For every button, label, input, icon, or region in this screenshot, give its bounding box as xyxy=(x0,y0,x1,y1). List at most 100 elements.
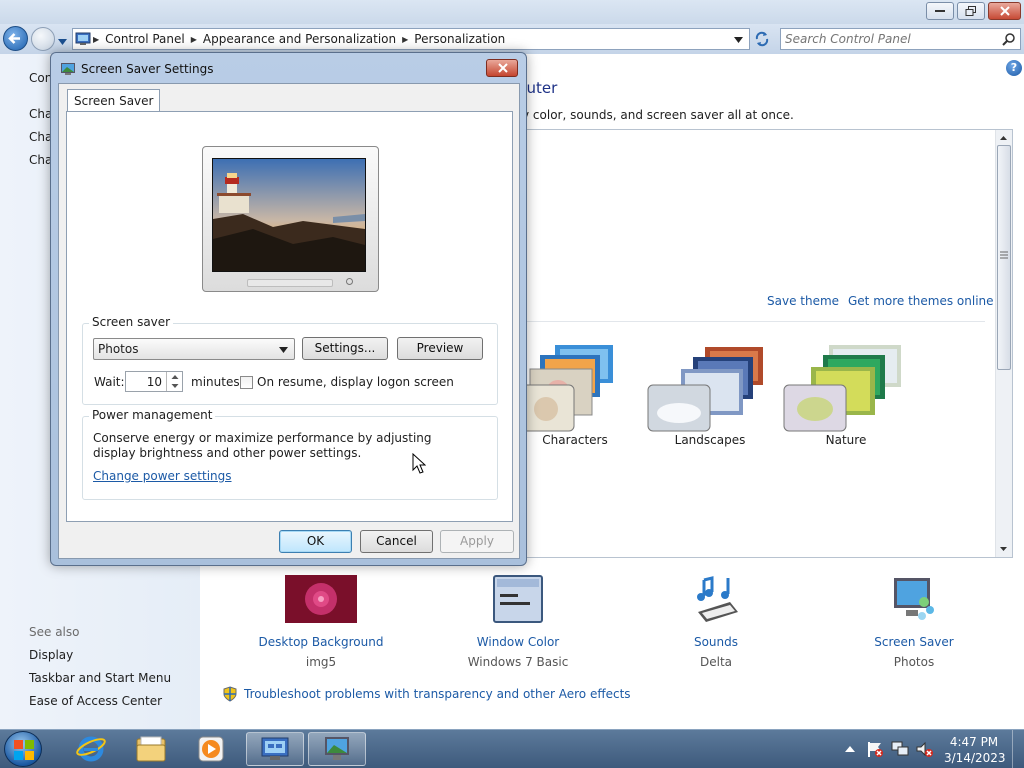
address-bar[interactable]: ▶ Control Panel ▶ Appearance and Persona… xyxy=(72,28,750,50)
breadcrumb-separator-icon[interactable]: ▶ xyxy=(93,35,99,44)
spin-down-icon[interactable] xyxy=(167,382,183,391)
divider xyxy=(525,321,985,322)
scroll-down-icon[interactable] xyxy=(996,543,1011,555)
back-arrow-icon xyxy=(8,33,20,44)
power-led-icon xyxy=(346,278,353,285)
left-link-3[interactable]: Cha xyxy=(29,153,52,167)
theme-nature[interactable]: Nature xyxy=(781,343,911,463)
search-box[interactable] xyxy=(780,28,1021,50)
restore-button[interactable] xyxy=(957,2,985,20)
taskbar-control-panel[interactable] xyxy=(246,732,304,766)
back-button[interactable] xyxy=(3,26,28,51)
clock-date: 3/14/2023 xyxy=(944,751,1006,765)
forward-button[interactable] xyxy=(31,27,55,51)
screen-saver-label[interactable]: Screen Saver xyxy=(839,635,989,649)
start-button[interactable] xyxy=(4,731,42,767)
refresh-button[interactable] xyxy=(753,30,771,51)
apply-button[interactable]: Apply xyxy=(440,530,514,553)
grip-icon xyxy=(1000,251,1008,259)
resume-label[interactable]: On resume, display logon screen xyxy=(257,375,454,389)
left-link-control-panel-home[interactable]: Con xyxy=(29,71,52,85)
help-icon[interactable]: ? xyxy=(1006,60,1022,76)
show-hidden-icons-icon[interactable] xyxy=(845,745,855,753)
theme-landscapes-thumbnail xyxy=(647,347,763,432)
minimize-icon xyxy=(935,10,945,12)
themes-panel: Save theme Get more themes online Charac… xyxy=(519,129,1013,558)
network-icon[interactable] xyxy=(891,740,909,758)
see-also-ease-of-access[interactable]: Ease of Access Center xyxy=(29,694,162,708)
wait-spinner[interactable]: 10 xyxy=(125,371,183,392)
save-theme-link[interactable]: Save theme xyxy=(767,294,839,308)
ok-button[interactable]: OK xyxy=(279,530,352,553)
window-color-label[interactable]: Window Color xyxy=(443,635,593,649)
theme-landscapes[interactable]: Landscapes xyxy=(645,343,775,463)
desktop-background-label[interactable]: Desktop Background xyxy=(246,635,396,649)
screen-saver-dialog-icon xyxy=(61,63,75,75)
window-color-item[interactable]: Window Color Windows 7 Basic xyxy=(443,574,593,669)
screen-saver-item[interactable]: Screen Saver Photos xyxy=(839,574,989,669)
taskbar-internet-explorer[interactable] xyxy=(62,732,120,766)
screensaver-select-value: Photos xyxy=(98,342,139,356)
taskbar-media-player[interactable] xyxy=(182,732,240,766)
close-button[interactable] xyxy=(988,2,1021,20)
screen-saver-value: Photos xyxy=(893,655,935,669)
breadcrumb-separator-icon[interactable]: ▶ xyxy=(191,35,197,44)
see-also-display[interactable]: Display xyxy=(29,648,73,662)
breadcrumb-appearance[interactable]: Appearance and Personalization xyxy=(203,32,396,46)
system-clock[interactable]: 4:47 PM 3/14/2023 xyxy=(944,734,1006,766)
themes-scrollbar[interactable] xyxy=(995,130,1012,557)
theme-nature-thumbnail xyxy=(783,345,901,432)
refresh-icon xyxy=(755,31,769,47)
cancel-button[interactable]: Cancel xyxy=(360,530,433,553)
power-management-label: Power management xyxy=(89,408,216,422)
taskbar-screen-saver-settings[interactable] xyxy=(308,732,366,766)
control-panel-icon xyxy=(261,737,289,760)
see-also-taskbar[interactable]: Taskbar and Start Menu xyxy=(29,671,171,685)
scrollbar-thumb[interactable] xyxy=(997,145,1011,370)
navigation-bar: ▶ Control Panel ▶ Appearance and Persona… xyxy=(0,24,1024,54)
tab-screen-saver[interactable]: Screen Saver xyxy=(67,89,161,112)
taskbar: 4:47 PM 3/14/2023 xyxy=(0,729,1024,768)
recent-pages-icon[interactable] xyxy=(58,34,67,48)
folder-icon xyxy=(136,736,166,762)
restore-icon xyxy=(965,6,976,16)
windows-logo-icon xyxy=(14,740,34,760)
sounds-label[interactable]: Sounds xyxy=(641,635,791,649)
resume-checkbox[interactable] xyxy=(240,376,253,389)
action-center-icon[interactable] xyxy=(866,740,884,758)
address-dropdown-icon[interactable] xyxy=(734,37,743,43)
window-color-icon xyxy=(493,575,543,623)
theme-characters[interactable]: Characters xyxy=(510,343,640,463)
scroll-up-icon[interactable] xyxy=(996,132,1011,144)
see-also-heading: See also xyxy=(29,625,80,639)
search-input[interactable] xyxy=(785,31,995,47)
troubleshoot-link[interactable]: Troubleshoot problems with transparency … xyxy=(244,687,631,701)
minimize-button[interactable] xyxy=(926,2,954,20)
search-icon[interactable] xyxy=(1002,32,1016,46)
settings-button[interactable]: Settings... xyxy=(302,337,388,360)
breadcrumb-control-panel[interactable]: Control Panel xyxy=(105,32,185,46)
screensaver-select[interactable]: Photos xyxy=(93,338,295,360)
screen-saver-group-label: Screen saver xyxy=(89,315,174,329)
left-link-2[interactable]: Cha xyxy=(29,130,52,144)
power-management-group: Power management Conserve energy or maxi… xyxy=(82,408,498,500)
window-color-value: Windows 7 Basic xyxy=(467,655,569,669)
preview-button[interactable]: Preview xyxy=(397,337,483,360)
spinner-buttons[interactable] xyxy=(166,372,182,391)
wait-input[interactable]: 10 xyxy=(147,375,162,389)
power-description: Conserve energy or maximize performance … xyxy=(93,431,432,460)
dialog-close-button[interactable] xyxy=(486,59,518,77)
internet-explorer-icon xyxy=(76,736,106,762)
breadcrumb-separator-icon[interactable]: ▶ xyxy=(402,35,408,44)
sounds-icon xyxy=(697,576,738,622)
spin-up-icon[interactable] xyxy=(167,372,183,381)
desktop-background-item[interactable]: Desktop Background img5 xyxy=(246,574,396,669)
change-power-settings-link[interactable]: Change power settings xyxy=(93,469,232,483)
get-more-themes-link[interactable]: Get more themes online xyxy=(848,294,994,308)
left-link-1[interactable]: Cha xyxy=(29,107,52,121)
volume-muted-icon[interactable] xyxy=(915,740,933,758)
sounds-item[interactable]: Sounds Delta xyxy=(641,574,791,669)
show-desktop-button[interactable] xyxy=(1012,730,1024,768)
taskbar-explorer[interactable] xyxy=(122,732,180,766)
breadcrumb-personalization[interactable]: Personalization xyxy=(414,32,505,46)
